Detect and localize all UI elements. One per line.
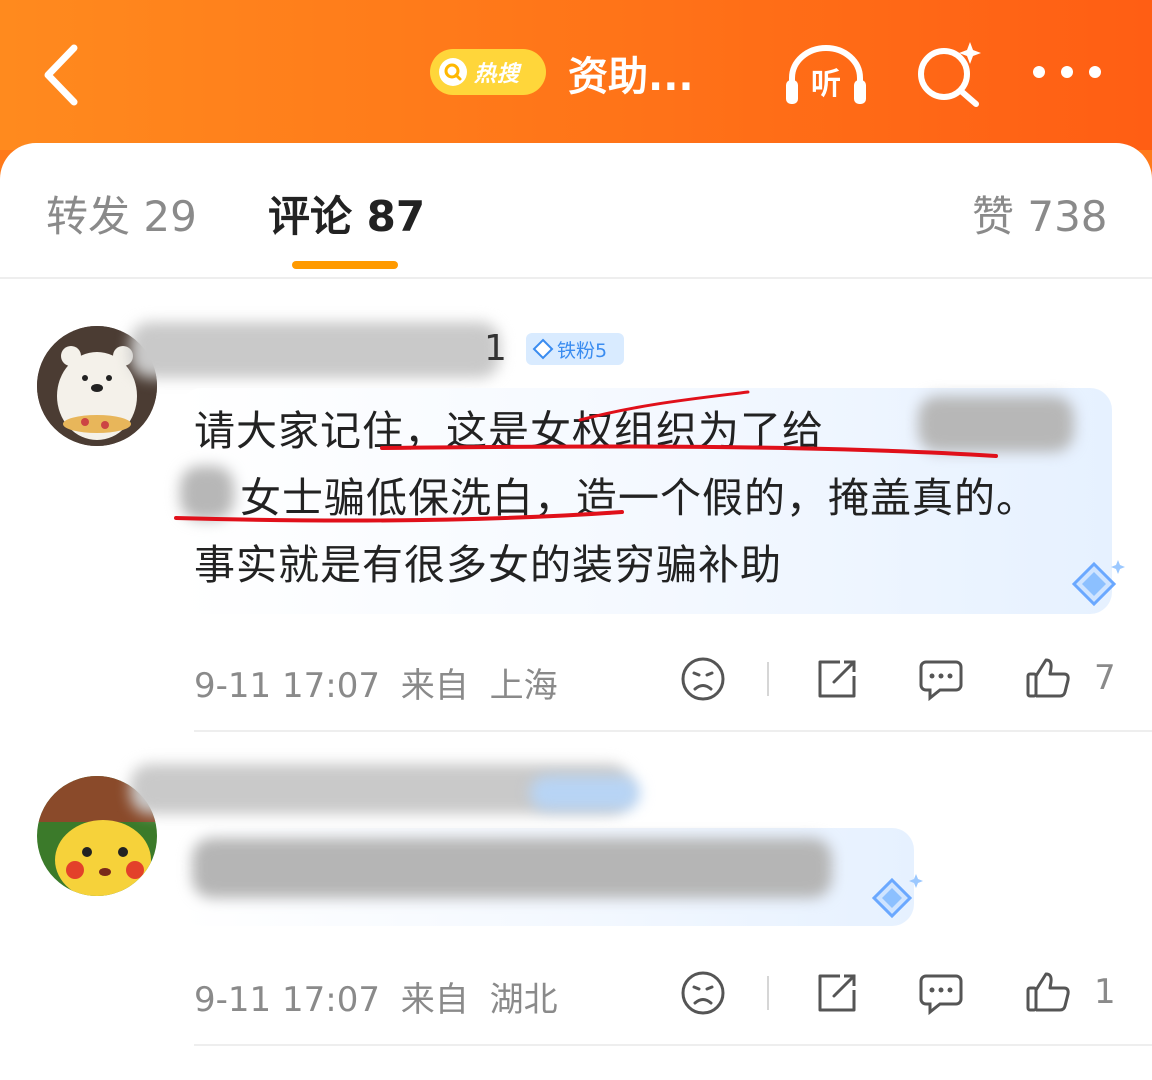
- like-count: 1: [1094, 972, 1116, 1012]
- thumbs-up-icon[interactable]: [1024, 654, 1072, 702]
- comment-divider: [194, 1044, 1152, 1046]
- from-label: 来自: [400, 980, 469, 1020]
- share-icon[interactable]: [814, 656, 860, 702]
- comment-meta: 9-11 17:07 来自 上海: [194, 658, 558, 707]
- comment-location: 上海: [489, 666, 558, 706]
- comment-location: 湖北: [489, 980, 558, 1020]
- comment-time: 9-11 17:07: [194, 980, 380, 1020]
- from-label: 来自: [400, 666, 469, 706]
- thumbs-up-icon[interactable]: [1024, 968, 1072, 1016]
- dislike-face-icon[interactable]: [680, 656, 726, 702]
- comment-icon[interactable]: [918, 656, 964, 702]
- action-separator: [767, 976, 769, 1010]
- share-icon[interactable]: [814, 970, 860, 1016]
- blurred-badge: [530, 776, 640, 810]
- comment-time: 9-11 17:07: [194, 666, 380, 706]
- comment-divider: [194, 730, 1152, 732]
- action-separator: [767, 662, 769, 696]
- comment-icon[interactable]: [918, 970, 964, 1016]
- comment-meta: 9-11 17:07 来自 湖北: [194, 972, 558, 1021]
- blurred-comment-text: [192, 838, 832, 898]
- diamond-decoration-icon: [871, 874, 923, 919]
- dislike-face-icon[interactable]: [680, 970, 726, 1016]
- like-count: 7: [1094, 658, 1116, 698]
